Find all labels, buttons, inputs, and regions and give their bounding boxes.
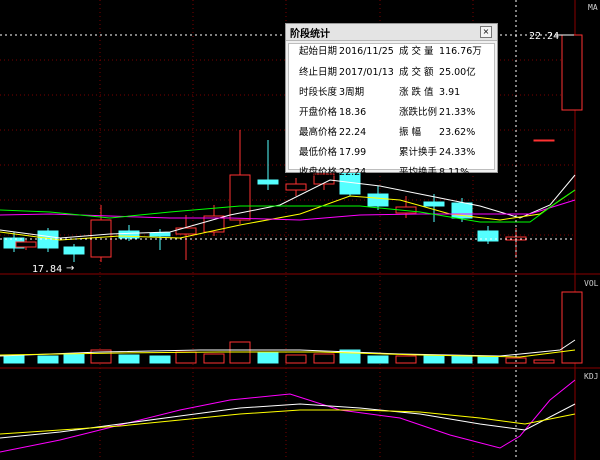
volume-bar bbox=[37, 355, 59, 364]
candle-body bbox=[63, 246, 85, 255]
volume-bar bbox=[63, 353, 85, 364]
volume-bar bbox=[561, 291, 583, 364]
dialog-titlebar[interactable]: 阶段统计 × bbox=[286, 24, 497, 41]
volume-bar bbox=[533, 359, 555, 364]
candle-body bbox=[533, 139, 555, 142]
stat-average-turnover: 平均换手 8.11% bbox=[399, 167, 470, 178]
candle-body bbox=[423, 201, 445, 207]
stat-turnover: 成 交 额 25.00亿 bbox=[399, 67, 476, 78]
volume-bar bbox=[367, 355, 389, 364]
kdj-lines bbox=[0, 379, 576, 453]
ma-label: MA bbox=[588, 3, 598, 12]
volume-bar bbox=[423, 355, 445, 364]
volume-bar bbox=[313, 353, 335, 364]
candle-body bbox=[15, 241, 37, 248]
volume-bar bbox=[3, 355, 25, 364]
volume-bar bbox=[149, 355, 171, 364]
ma-line bbox=[0, 199, 576, 221]
dialog-title: 阶段统计 bbox=[290, 28, 330, 40]
stat-start-date: 起始日期 2016/11/25 bbox=[299, 46, 394, 57]
stat-close-price: 收盘价格 22.24 bbox=[299, 167, 367, 178]
candle-body bbox=[367, 193, 389, 207]
ma-line bbox=[0, 189, 576, 223]
volume-bar bbox=[118, 354, 140, 364]
stage-statistics-dialog[interactable]: 阶段统计 × 起始日期 2016/11/25 终止日期 2017/01/13 时… bbox=[285, 23, 498, 178]
stat-change-pct: 涨跌比例 21.33% bbox=[399, 107, 476, 118]
stat-end-date: 终止日期 2017/01/13 bbox=[299, 67, 394, 78]
volume-bar bbox=[285, 354, 307, 364]
kdj-label: KDJ bbox=[584, 372, 598, 381]
candle-body bbox=[175, 227, 197, 235]
volume-bar bbox=[257, 351, 279, 364]
volume-bar bbox=[451, 355, 473, 364]
high-price-marker: 22.24 bbox=[529, 31, 559, 42]
volume-bar bbox=[229, 341, 251, 364]
stat-duration: 时段长度 3周期 bbox=[299, 87, 365, 98]
low-marker-arrow-icon: → bbox=[66, 263, 74, 274]
vol-label: VOL bbox=[584, 279, 599, 288]
volume-bar bbox=[203, 353, 225, 364]
close-icon[interactable]: × bbox=[480, 26, 492, 38]
low-price-marker: 17.84 bbox=[32, 264, 62, 275]
stat-cumulative-turnover: 累计换手 24.33% bbox=[399, 147, 476, 158]
candle-body bbox=[257, 179, 279, 185]
stat-amplitude: 振 幅 23.62% bbox=[399, 127, 476, 138]
candle-body bbox=[285, 183, 307, 191]
kdj-j-line bbox=[0, 379, 576, 453]
candle-body bbox=[561, 34, 583, 111]
candle-body bbox=[149, 232, 171, 237]
stats-table: 起始日期 2016/11/25 终止日期 2017/01/13 时段长度 3周期… bbox=[288, 43, 495, 178]
stat-high-price: 最高价格 22.24 bbox=[299, 127, 367, 138]
volume-bar bbox=[175, 351, 197, 364]
volume-bar bbox=[395, 355, 417, 364]
stat-volume: 成 交 量 116.76万 bbox=[399, 46, 482, 57]
kdj-k-line bbox=[0, 403, 576, 439]
volume-bar bbox=[477, 355, 499, 364]
kdj-d-line bbox=[0, 409, 576, 435]
stat-change: 涨 跌 值 3.91 bbox=[399, 87, 461, 98]
stat-open-price: 开盘价格 18.36 bbox=[299, 107, 367, 118]
volume-bars bbox=[0, 291, 583, 364]
stat-low-price: 最低价格 17.99 bbox=[299, 147, 367, 158]
